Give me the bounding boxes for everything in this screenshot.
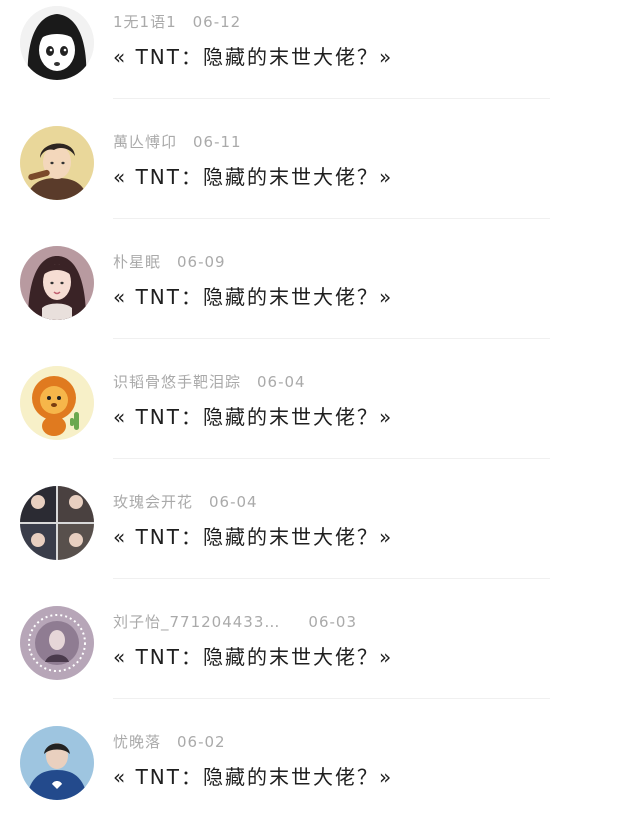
comment-date: 06-03 — [308, 613, 357, 631]
username[interactable]: 1无1语1 — [113, 13, 177, 31]
row-divider — [113, 98, 550, 99]
username[interactable]: 玫瑰会开花 — [113, 493, 193, 511]
row-divider — [113, 458, 550, 459]
comment-meta: 刘子怡_771204433… 06-03 — [113, 612, 357, 632]
comment-meta: 萬亾愽卬 06-11 — [113, 132, 242, 152]
framed-photo-avatar[interactable] — [20, 606, 94, 680]
manga-girl-avatar[interactable] — [20, 6, 94, 80]
blue-hoodie-avatar[interactable] — [20, 726, 94, 800]
lion-cartoon-avatar[interactable] — [20, 366, 94, 440]
comment-row[interactable]: 刘子怡_771204433… 06-03 « TNT：隐藏的末世大佬？» — [0, 600, 640, 720]
comment-date: 06-04 — [257, 373, 306, 391]
comment-row[interactable]: 忧晚落 06-02 « TNT：隐藏的末世大佬？» — [0, 720, 640, 840]
comment-meta: 玫瑰会开花 06-04 — [113, 492, 258, 512]
comment-date: 06-02 — [177, 733, 226, 751]
comment-text: « TNT：隐藏的末世大佬？» — [113, 405, 394, 429]
comment-meta: 忧晚落 06-02 — [113, 732, 226, 752]
row-divider — [113, 698, 550, 699]
comment-date: 06-11 — [193, 133, 242, 151]
comment-meta: 识韬骨悠手靶泪踪 06-04 — [113, 372, 306, 392]
comment-row[interactable]: 1无1语1 06-12 « TNT：隐藏的末世大佬？» — [0, 0, 640, 120]
username[interactable]: 刘子怡_771204433… — [113, 613, 280, 631]
comment-row[interactable]: 玫瑰会开花 06-04 « TNT：隐藏的末世大佬？» — [0, 480, 640, 600]
username[interactable]: 识韬骨悠手靶泪踪 — [113, 373, 241, 391]
username[interactable]: 萬亾愽卬 — [113, 133, 177, 151]
comment-row[interactable]: 识韬骨悠手靶泪踪 06-04 « TNT：隐藏的末世大佬？» — [0, 360, 640, 480]
comment-meta: 朴星眠 06-09 — [113, 252, 226, 272]
comment-text: « TNT：隐藏的末世大佬？» — [113, 165, 394, 189]
comment-meta: 1无1语1 06-12 — [113, 12, 241, 32]
row-divider — [113, 218, 550, 219]
comment-text: « TNT：隐藏的末世大佬？» — [113, 645, 394, 669]
username[interactable]: 朴星眠 — [113, 253, 161, 271]
comment-text: « TNT：隐藏的末世大佬？» — [113, 285, 394, 309]
username[interactable]: 忧晚落 — [113, 733, 161, 751]
comment-date: 06-04 — [209, 493, 258, 511]
anime-boy-avatar[interactable] — [20, 126, 94, 200]
row-divider — [113, 338, 550, 339]
photo-collage-avatar[interactable] — [20, 486, 94, 560]
comment-list: 1无1语1 06-12 « TNT：隐藏的末世大佬？» 萬亾愽卬 06-11 « T… — [0, 0, 640, 804]
girl-portrait-avatar[interactable] — [20, 246, 94, 320]
comment-date: 06-09 — [177, 253, 226, 271]
comment-text: « TNT：隐藏的末世大佬？» — [113, 765, 394, 789]
comment-text: « TNT：隐藏的末世大佬？» — [113, 45, 394, 69]
comment-row[interactable]: 朴星眠 06-09 « TNT：隐藏的末世大佬？» — [0, 240, 640, 360]
comment-date: 06-12 — [192, 13, 242, 31]
row-divider — [113, 578, 550, 579]
comment-text: « TNT：隐藏的末世大佬？» — [113, 525, 394, 549]
comment-row[interactable]: 萬亾愽卬 06-11 « TNT：隐藏的末世大佬？» — [0, 120, 640, 240]
